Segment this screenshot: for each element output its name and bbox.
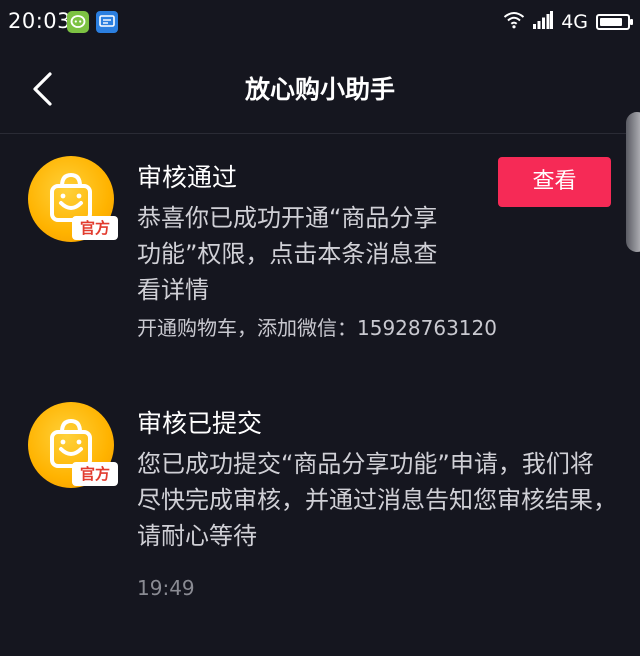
view-button[interactable]: 查看	[498, 157, 611, 207]
message-item[interactable]: 官方 审核通过 恭喜你已成功开通“商品分享功能”权限，点击本条消息查看详情 开通…	[0, 150, 640, 350]
message-title: 审核已提交	[137, 409, 263, 438]
message-notification-icon	[96, 11, 118, 33]
screen: 20:03 4G 放心购小助手 官方 审核通过 恭喜你已成功开通“商品分享功能”…	[0, 0, 640, 656]
official-badge: 官方	[72, 462, 118, 486]
signal-icon	[533, 11, 554, 33]
battery-icon	[596, 14, 633, 30]
official-badge: 官方	[72, 216, 118, 240]
avatar: 官方	[28, 156, 118, 242]
page-title: 放心购小助手	[244, 75, 395, 104]
nav-bar: 放心购小助手	[0, 44, 640, 134]
status-time: 20:03	[8, 9, 72, 33]
status-bar: 20:03 4G	[0, 0, 640, 44]
network-type-label: 4G	[561, 11, 588, 33]
wechat-notification-icon	[67, 11, 89, 33]
message-body: 您已成功提交“商品分享功能”申请，我们将尽快完成审核，并通过消息告知您审核结果，…	[137, 450, 617, 550]
avatar: 官方	[28, 402, 118, 488]
message-title: 审核通过	[137, 163, 238, 192]
message-contact-note: 开通购物车，添加微信：15928763120	[137, 316, 497, 340]
message-body: 恭喜你已成功开通“商品分享功能”权限，点击本条消息查看详情	[137, 204, 438, 304]
wifi-icon	[503, 11, 525, 33]
battery-fill	[600, 18, 623, 26]
message-item[interactable]: 官方 审核已提交 您已成功提交“商品分享功能”申请，我们将尽快完成审核，并通过消…	[0, 396, 640, 606]
message-timestamp: 19:49	[137, 576, 195, 600]
status-indicators: 4G	[503, 9, 633, 35]
